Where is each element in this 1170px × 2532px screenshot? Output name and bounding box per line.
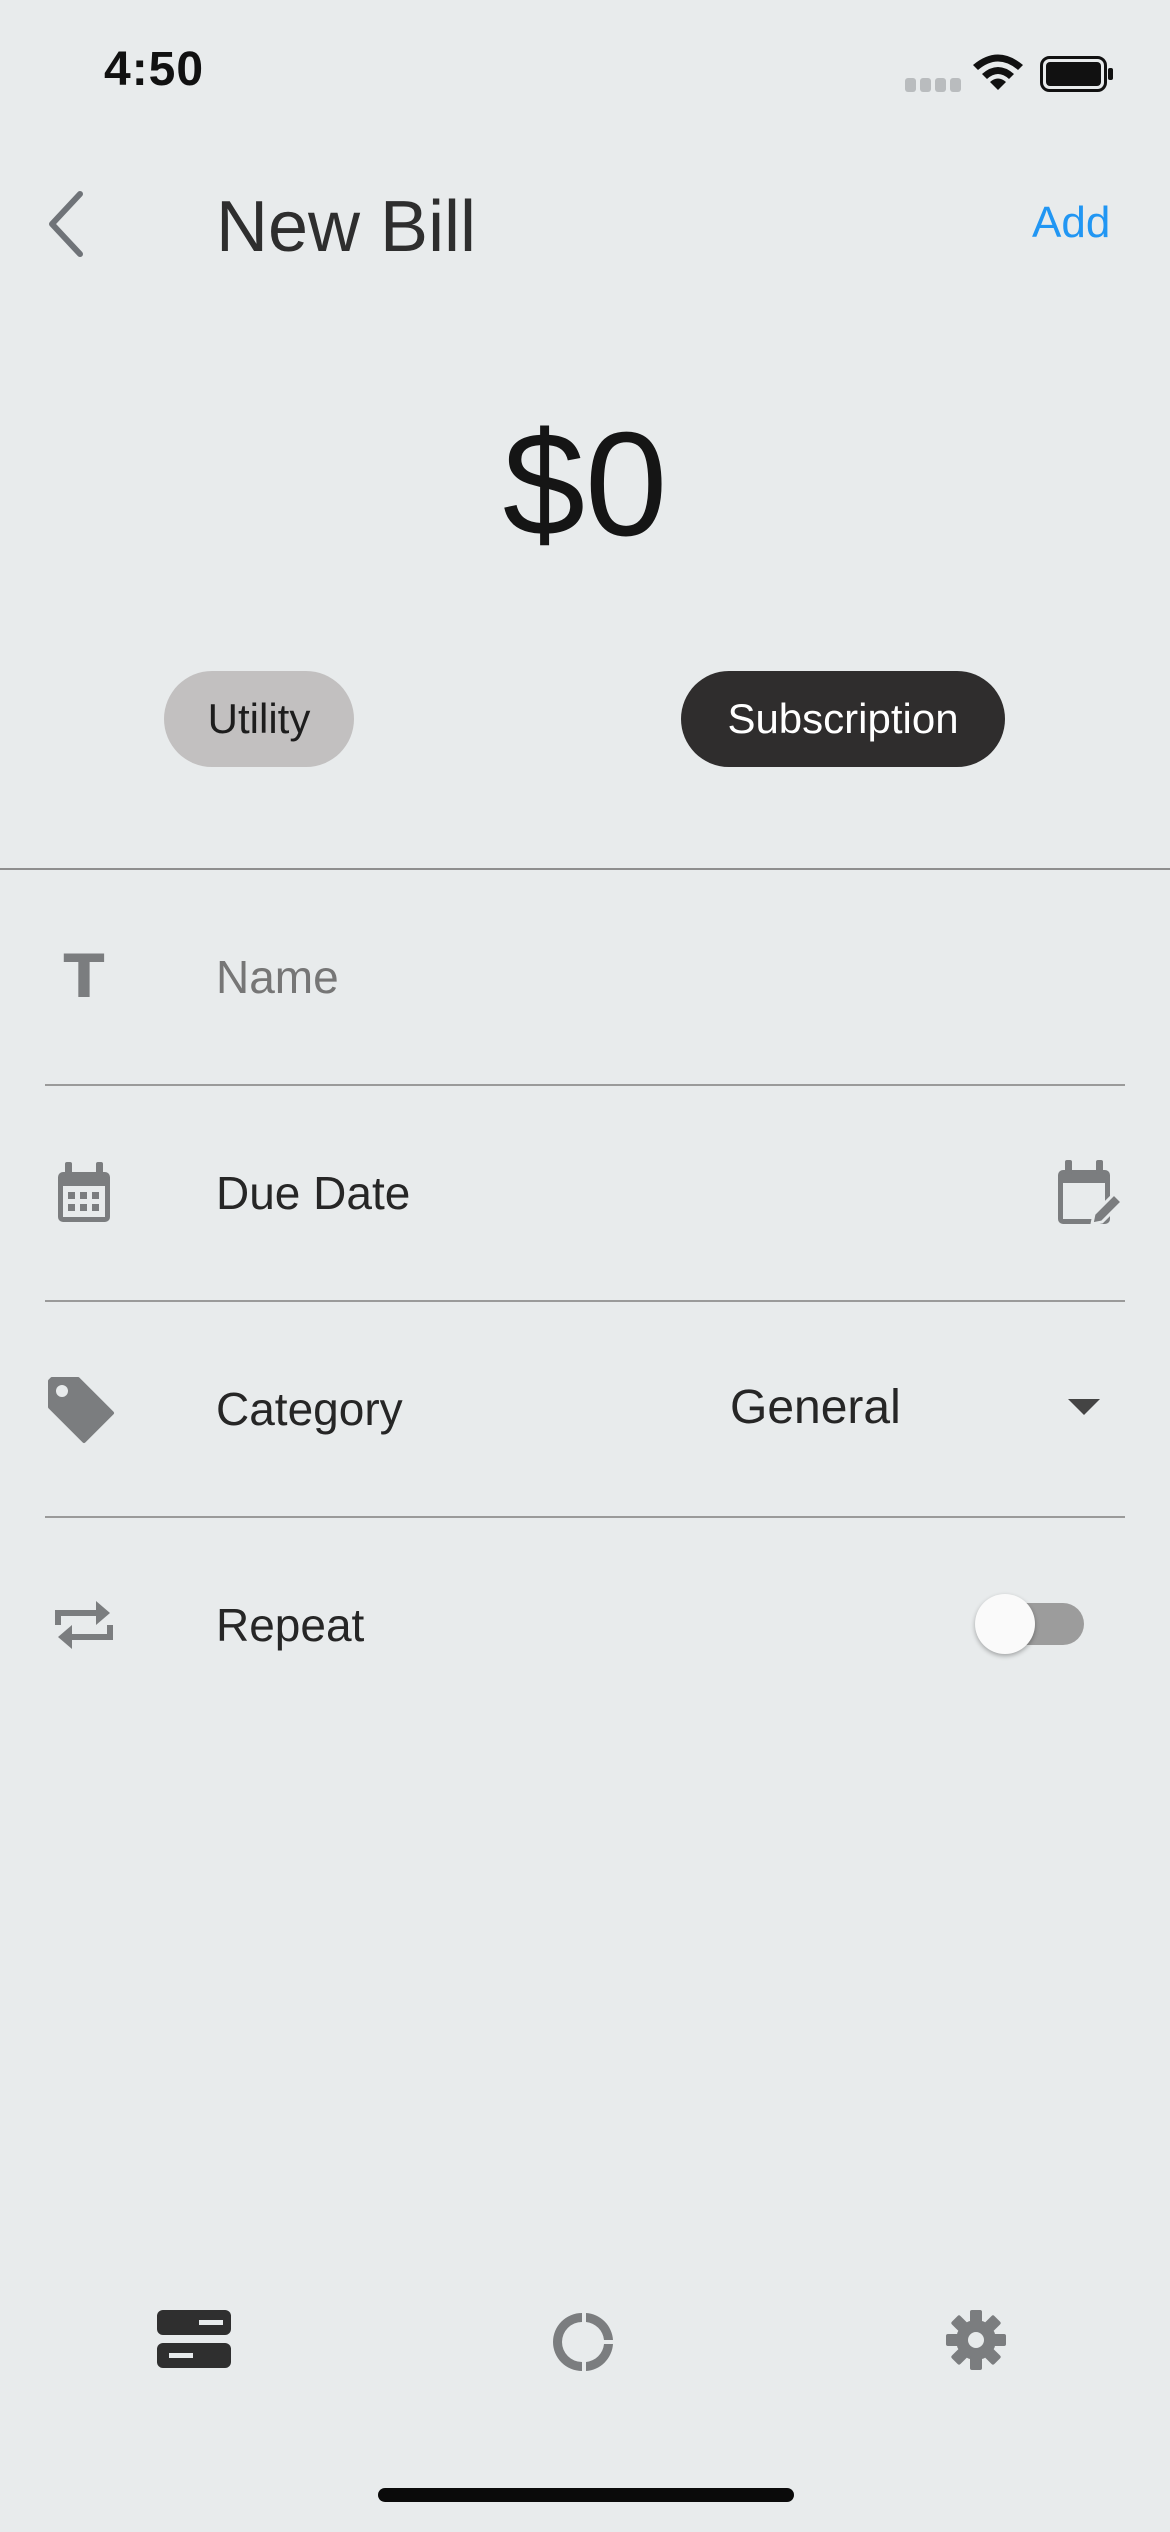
category-label: Category [216, 1383, 403, 1435]
back-button[interactable] [40, 186, 96, 262]
repeat-toggle-knob[interactable] [975, 1594, 1035, 1654]
status-time: 4:50 [104, 43, 205, 96]
battery-icon [1040, 56, 1113, 92]
row-divider [45, 1516, 1125, 1518]
subscription-chip[interactable]: Subscription [681, 671, 1005, 767]
calendar-icon [58, 1162, 110, 1222]
cellular-signal-icon [905, 78, 961, 92]
row-divider [45, 1300, 1125, 1302]
name-input[interactable]: Name [216, 950, 339, 1004]
tag-icon [48, 1377, 114, 1443]
row-divider [45, 1084, 1125, 1086]
page-title: New Bill [216, 187, 477, 267]
due-date-label[interactable]: Due Date [216, 1166, 410, 1220]
repeat-icon [55, 1601, 113, 1649]
section-divider [0, 868, 1170, 870]
settings-icon[interactable] [944, 2308, 1008, 2372]
new-bill-screen: 4:50 New Bill Add $0 Utility Subscriptio… [0, 0, 1170, 2532]
home-indicator [378, 2488, 794, 2502]
add-button[interactable]: Add [1032, 198, 1110, 248]
bills-icon[interactable] [157, 2310, 231, 2368]
chart-icon[interactable] [552, 2310, 616, 2374]
repeat-label: Repeat [216, 1599, 365, 1651]
text-icon: T [63, 942, 105, 1012]
utility-chip[interactable]: Utility [164, 671, 354, 767]
dropdown-arrow-icon[interactable] [1068, 1399, 1100, 1415]
category-select[interactable]: General [730, 1380, 901, 1435]
amount-display[interactable]: $0 [0, 400, 1170, 570]
chevron-left-icon [49, 191, 83, 257]
edit-calendar-icon[interactable] [1052, 1158, 1124, 1230]
wifi-icon [973, 54, 1023, 90]
